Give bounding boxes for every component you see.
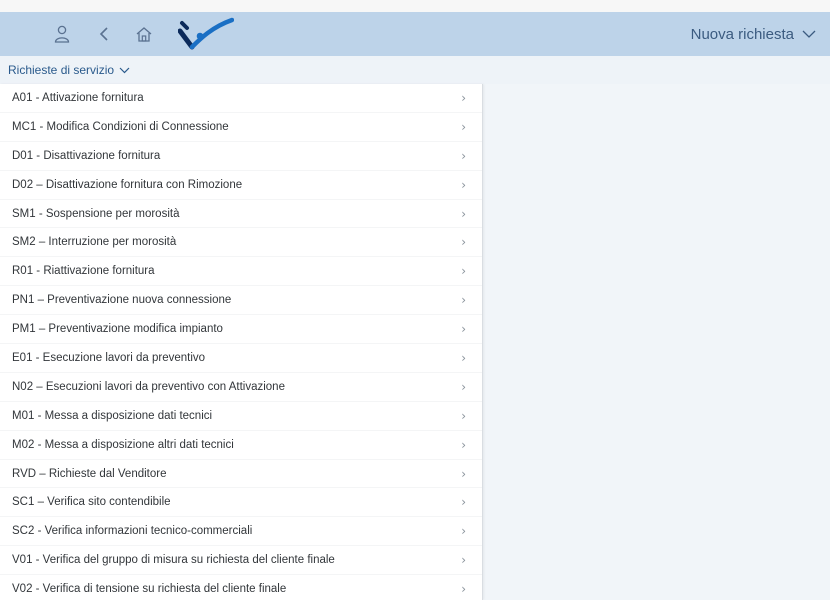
- chevron-right-icon: ›: [461, 264, 466, 279]
- list-item-label: SC1 – Verifica sito contendibile: [12, 496, 171, 509]
- top-strip: [0, 0, 830, 12]
- chevron-right-icon: ›: [461, 148, 466, 163]
- list-item[interactable]: V02 - Verifica di tensione su richiesta …: [0, 575, 482, 600]
- new-request-menu[interactable]: Nuova richiesta: [691, 12, 816, 56]
- list-item-label: SM2 – Interruzione per morosità: [12, 236, 177, 249]
- list-item-label: PM1 – Preventivazione modifica impianto: [12, 323, 223, 336]
- service-request-list: A01 - Attivazione fornitura › MC1 - Modifi…: [0, 84, 482, 600]
- sub-header: Richieste di servizio: [0, 56, 830, 84]
- chevron-down-icon: [119, 67, 130, 73]
- back-button[interactable]: [89, 12, 119, 56]
- list-item[interactable]: V01 - Verifica del gruppo di misura su r…: [0, 546, 482, 576]
- list-item-label: A01 - Attivazione fornitura: [12, 91, 144, 104]
- service-request-selector[interactable]: Richieste di servizio: [8, 63, 130, 77]
- chevron-right-icon: ›: [461, 90, 466, 105]
- list-item-label: D01 - Disattivazione fornitura: [12, 149, 161, 162]
- home-button[interactable]: [129, 12, 159, 56]
- chevron-right-icon: ›: [461, 119, 466, 134]
- service-request-label: Richieste di servizio: [8, 63, 115, 77]
- shell-bar: Nuova richiesta: [0, 12, 830, 56]
- list-item-label: M02 - Messa a disposizione altri dati te…: [12, 438, 234, 451]
- user-button[interactable]: [47, 12, 77, 56]
- list-item[interactable]: M02 - Messa a disposizione altri dati te…: [0, 431, 482, 460]
- chevron-right-icon: ›: [461, 293, 466, 308]
- list-item[interactable]: R01 - Riattivazione fornitura ›: [0, 257, 482, 287]
- back-icon: [99, 27, 108, 41]
- list-item-label: R01 - Riattivazione fornitura: [12, 265, 155, 278]
- chevron-right-icon: ›: [461, 206, 466, 221]
- user-icon: [54, 25, 70, 43]
- home-icon: [136, 26, 152, 42]
- brand-logo: [178, 17, 234, 50]
- chevron-right-icon: ›: [461, 582, 466, 597]
- chevron-right-icon: ›: [461, 177, 466, 192]
- chevron-right-icon: ›: [461, 437, 466, 452]
- list-item[interactable]: SM2 – Interruzione per morosità ›: [0, 228, 482, 258]
- chevron-right-icon: ›: [461, 466, 466, 481]
- list-item[interactable]: RVD – Richieste dal Venditore ›: [0, 460, 482, 489]
- chevron-right-icon: ›: [461, 408, 466, 423]
- chevron-right-icon: ›: [461, 322, 466, 337]
- list-item[interactable]: SC1 – Verifica sito contendibile ›: [0, 488, 482, 518]
- list-item[interactable]: N02 – Esecuzioni lavori da preventivo co…: [0, 373, 482, 402]
- list-item-label: E01 - Esecuzione lavori da preventivo: [12, 351, 206, 364]
- list-item[interactable]: E01 - Esecuzione lavori da preventivo ›: [0, 344, 482, 373]
- chevron-right-icon: ›: [461, 235, 466, 250]
- list-item[interactable]: M01 - Messa a disposizione dati tecnici ›: [0, 402, 482, 431]
- chevron-right-icon: ›: [461, 524, 466, 539]
- chevron-right-icon: ›: [461, 495, 466, 510]
- list-item-label: SM1 - Sospensione per morosità: [12, 207, 180, 220]
- list-item[interactable]: D01 - Disattivazione fornitura ›: [0, 142, 482, 171]
- list-item-label: N02 – Esecuzioni lavori da preventivo co…: [12, 380, 285, 393]
- list-item-label: RVD – Richieste dal Venditore: [12, 467, 167, 480]
- new-request-label: Nuova richiesta: [690, 25, 794, 43]
- list-item[interactable]: PM1 – Preventivazione modifica impianto ›: [0, 315, 482, 345]
- list-item-label: MC1 - Modifica Condizioni di Connessione: [12, 120, 229, 133]
- chevron-right-icon: ›: [461, 553, 466, 568]
- list-item-label: V01 - Verifica del gruppo di misura su r…: [12, 554, 335, 567]
- list-item[interactable]: PN1 – Preventivazione nuova connessione ›: [0, 286, 482, 316]
- service-request-list-panel: A01 - Attivazione fornitura › MC1 - Modifi…: [0, 84, 483, 600]
- list-item-label: SC2 - Verifica informazioni tecnico-comm…: [12, 525, 253, 538]
- list-item-label: V02 - Verifica di tensione su richiesta …: [12, 583, 287, 596]
- list-item-label: M01 - Messa a disposizione dati tecnici: [12, 409, 213, 422]
- chevron-down-icon: [802, 30, 816, 38]
- list-item[interactable]: A01 - Attivazione fornitura ›: [0, 84, 482, 113]
- list-item[interactable]: MC1 - Modifica Condizioni di Connessione…: [0, 113, 482, 142]
- list-item[interactable]: SM1 - Sospensione per morosità ›: [0, 200, 482, 229]
- list-item[interactable]: D02 – Disattivazione fornitura con Rimoz…: [0, 171, 482, 200]
- chevron-right-icon: ›: [461, 379, 466, 394]
- list-item-label: PN1 – Preventivazione nuova connessione: [12, 294, 232, 307]
- chevron-right-icon: ›: [461, 350, 466, 365]
- list-item-label: D02 – Disattivazione fornitura con Rimoz…: [12, 178, 243, 191]
- list-item[interactable]: SC2 - Verifica informazioni tecnico-comm…: [0, 517, 482, 547]
